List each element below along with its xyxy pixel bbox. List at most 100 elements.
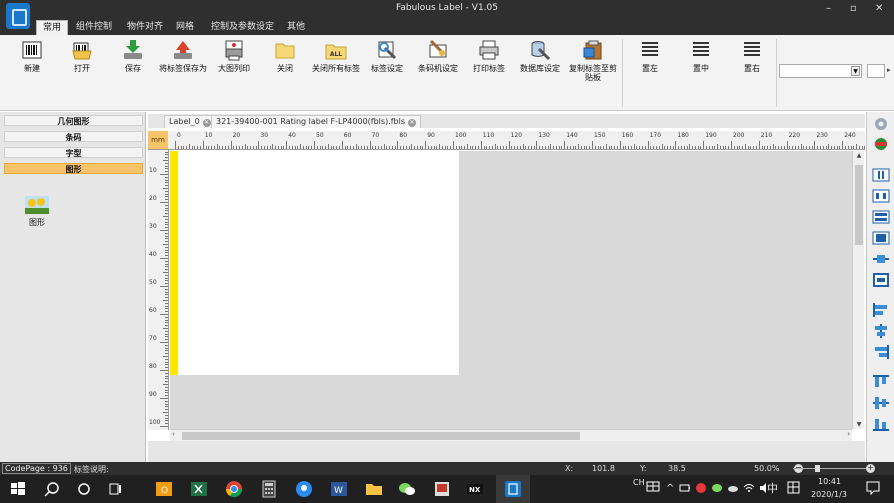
print-label-button[interactable]: 打印标签 <box>464 39 514 73</box>
file-explorer-icon[interactable] <box>365 480 383 498</box>
same-size-icon[interactable] <box>872 230 890 246</box>
distribute-vertical-icon[interactable] <box>872 209 890 225</box>
align-left-button[interactable]: 置左 <box>625 39 675 73</box>
nx-icon[interactable]: NX <box>466 480 484 498</box>
close-all-button[interactable]: ALL 关闭所有标签 <box>311 39 361 73</box>
align-right-button[interactable]: 置右 <box>727 39 777 73</box>
zoom-slider-thumb[interactable] <box>815 465 820 472</box>
wechat-tray-icon[interactable] <box>711 482 723 494</box>
ruler-minor-tick <box>380 146 382 149</box>
tab-common[interactable]: 常用 <box>36 20 69 35</box>
search-icon[interactable] <box>43 480 61 498</box>
close-file-button[interactable]: 关闭 <box>260 39 310 73</box>
ruler-minor-tick <box>347 146 349 149</box>
clock-time[interactable]: 10:41 <box>818 477 841 486</box>
minimize-button[interactable]: – <box>826 3 831 14</box>
meeting-icon[interactable] <box>295 480 313 498</box>
clock-date[interactable]: 2020/1/3 <box>811 490 847 499</box>
database-settings-button[interactable]: 数据库设定 <box>515 39 565 73</box>
app-tray-icon[interactable] <box>695 482 707 494</box>
tab-component-control[interactable]: 组件控制 <box>70 20 118 35</box>
new-button[interactable]: 新建 <box>7 39 57 73</box>
scroll-right-icon[interactable]: › <box>847 430 850 438</box>
print-preview-icon[interactable] <box>872 136 890 152</box>
zoom-slider[interactable] <box>793 468 873 469</box>
app-logo-icon[interactable] <box>6 3 30 29</box>
ribbon-expand-icon[interactable]: ▸ <box>887 66 891 74</box>
windows-start-icon[interactable] <box>9 480 27 498</box>
category-geometry[interactable]: 几何图形 <box>4 115 143 126</box>
tab-other[interactable]: 其他 <box>281 20 311 35</box>
tab-rating-label[interactable]: 321-39400-001 Rating label F-LP4000(fbls… <box>211 115 422 128</box>
horizontal-scroll-thumb[interactable] <box>182 432 580 440</box>
open-button[interactable]: 打开 <box>57 39 107 73</box>
tab-label-0[interactable]: Label_0 ✕ <box>164 115 216 128</box>
fabulous-label-icon[interactable] <box>504 480 522 498</box>
align-right-objects-icon[interactable] <box>872 344 890 360</box>
close-icon[interactable]: ✕ <box>408 119 417 127</box>
save-as-button[interactable]: 将标签保存为 <box>158 39 208 73</box>
gear-icon[interactable] <box>872 116 890 132</box>
tab-grid[interactable]: 网格 <box>170 20 200 35</box>
tab-control-params[interactable]: 控制及参数设定 <box>205 20 280 35</box>
font-select[interactable]: ▼ <box>779 64 862 78</box>
distribute-horizontal-icon[interactable] <box>872 188 890 204</box>
align-top-icon[interactable] <box>872 374 890 390</box>
ruler-minor-tick <box>806 146 808 149</box>
frame-icon[interactable] <box>872 272 890 288</box>
align-center-button[interactable]: 置中 <box>676 39 726 73</box>
outlook-icon[interactable]: O <box>155 480 173 498</box>
ruler-minor-tick <box>433 146 435 149</box>
design-canvas[interactable] <box>170 151 852 429</box>
label-settings-button[interactable]: 标签设定 <box>362 39 412 73</box>
ime-mode[interactable]: 中 <box>767 480 778 496</box>
close-button[interactable]: ✕ <box>875 3 883 14</box>
photo-viewer-icon[interactable] <box>433 480 451 498</box>
palette-item-picture[interactable]: 图形 <box>24 196 50 228</box>
font-size-input[interactable] <box>867 64 885 78</box>
ruler-minor-tick <box>194 146 196 149</box>
battery-icon[interactable] <box>679 482 691 494</box>
large-print-button[interactable]: 大图列印 <box>209 39 259 73</box>
keyboard-layout-icon[interactable] <box>645 478 663 496</box>
tray-expand-icon[interactable]: ^ <box>666 483 674 494</box>
excel-icon[interactable] <box>190 480 208 498</box>
category-graphics[interactable]: 图形 <box>4 163 143 174</box>
cortana-icon[interactable] <box>75 480 93 498</box>
zoom-in-icon[interactable]: + <box>866 464 875 473</box>
align-top-left-icon[interactable] <box>872 302 890 318</box>
cloud-tray-icon[interactable] <box>727 482 739 494</box>
word-icon[interactable]: W <box>330 480 348 498</box>
notification-icon[interactable] <box>866 481 880 495</box>
align-objects-icon[interactable] <box>872 167 890 183</box>
category-barcode[interactable]: 条码 <box>4 131 143 142</box>
scroll-left-icon[interactable]: ‹ <box>172 430 175 438</box>
task-view-icon[interactable] <box>106 480 124 498</box>
tab-object-align[interactable]: 物件对齐 <box>121 20 169 35</box>
barcode-printer-settings-button[interactable]: 条码机设定 <box>413 39 463 73</box>
center-horizontal-icon[interactable] <box>872 251 890 267</box>
restore-button[interactable]: ▫ <box>850 3 857 14</box>
scroll-down-icon[interactable]: ▼ <box>853 421 865 428</box>
align-middle-icon[interactable] <box>872 323 890 339</box>
category-font[interactable]: 字型 <box>4 147 143 158</box>
scroll-up-icon[interactable]: ▲ <box>853 152 865 159</box>
ime-grid-icon[interactable] <box>787 481 800 494</box>
vertical-scroll-thumb[interactable] <box>855 165 863 245</box>
chevron-down-icon[interactable]: ▼ <box>851 66 860 76</box>
close-icon[interactable]: ✕ <box>202 119 211 127</box>
align-vertical-center-icon[interactable] <box>872 395 890 411</box>
wechat-icon[interactable] <box>398 480 416 498</box>
wifi-icon[interactable] <box>743 482 755 494</box>
input-language[interactable]: CH <box>633 478 645 487</box>
chrome-icon[interactable] <box>225 480 243 498</box>
ruler-label: 200 <box>733 132 745 139</box>
align-bottom-icon[interactable] <box>872 416 890 432</box>
horizontal-ruler: mm 0 10 20 30 40 50 60 70 80 90 100 110 120 130 140 150… <box>148 131 865 150</box>
vertical-scrollbar[interactable]: ▲ ▼ <box>852 151 864 429</box>
calculator-icon[interactable] <box>260 480 278 498</box>
horizontal-scrollbar[interactable]: ‹ › <box>170 429 852 441</box>
copy-to-clipboard-button[interactable]: 复制标签至剪贴板 <box>568 39 618 82</box>
save-button[interactable]: 保存 <box>108 39 158 73</box>
label-page[interactable] <box>178 151 459 375</box>
